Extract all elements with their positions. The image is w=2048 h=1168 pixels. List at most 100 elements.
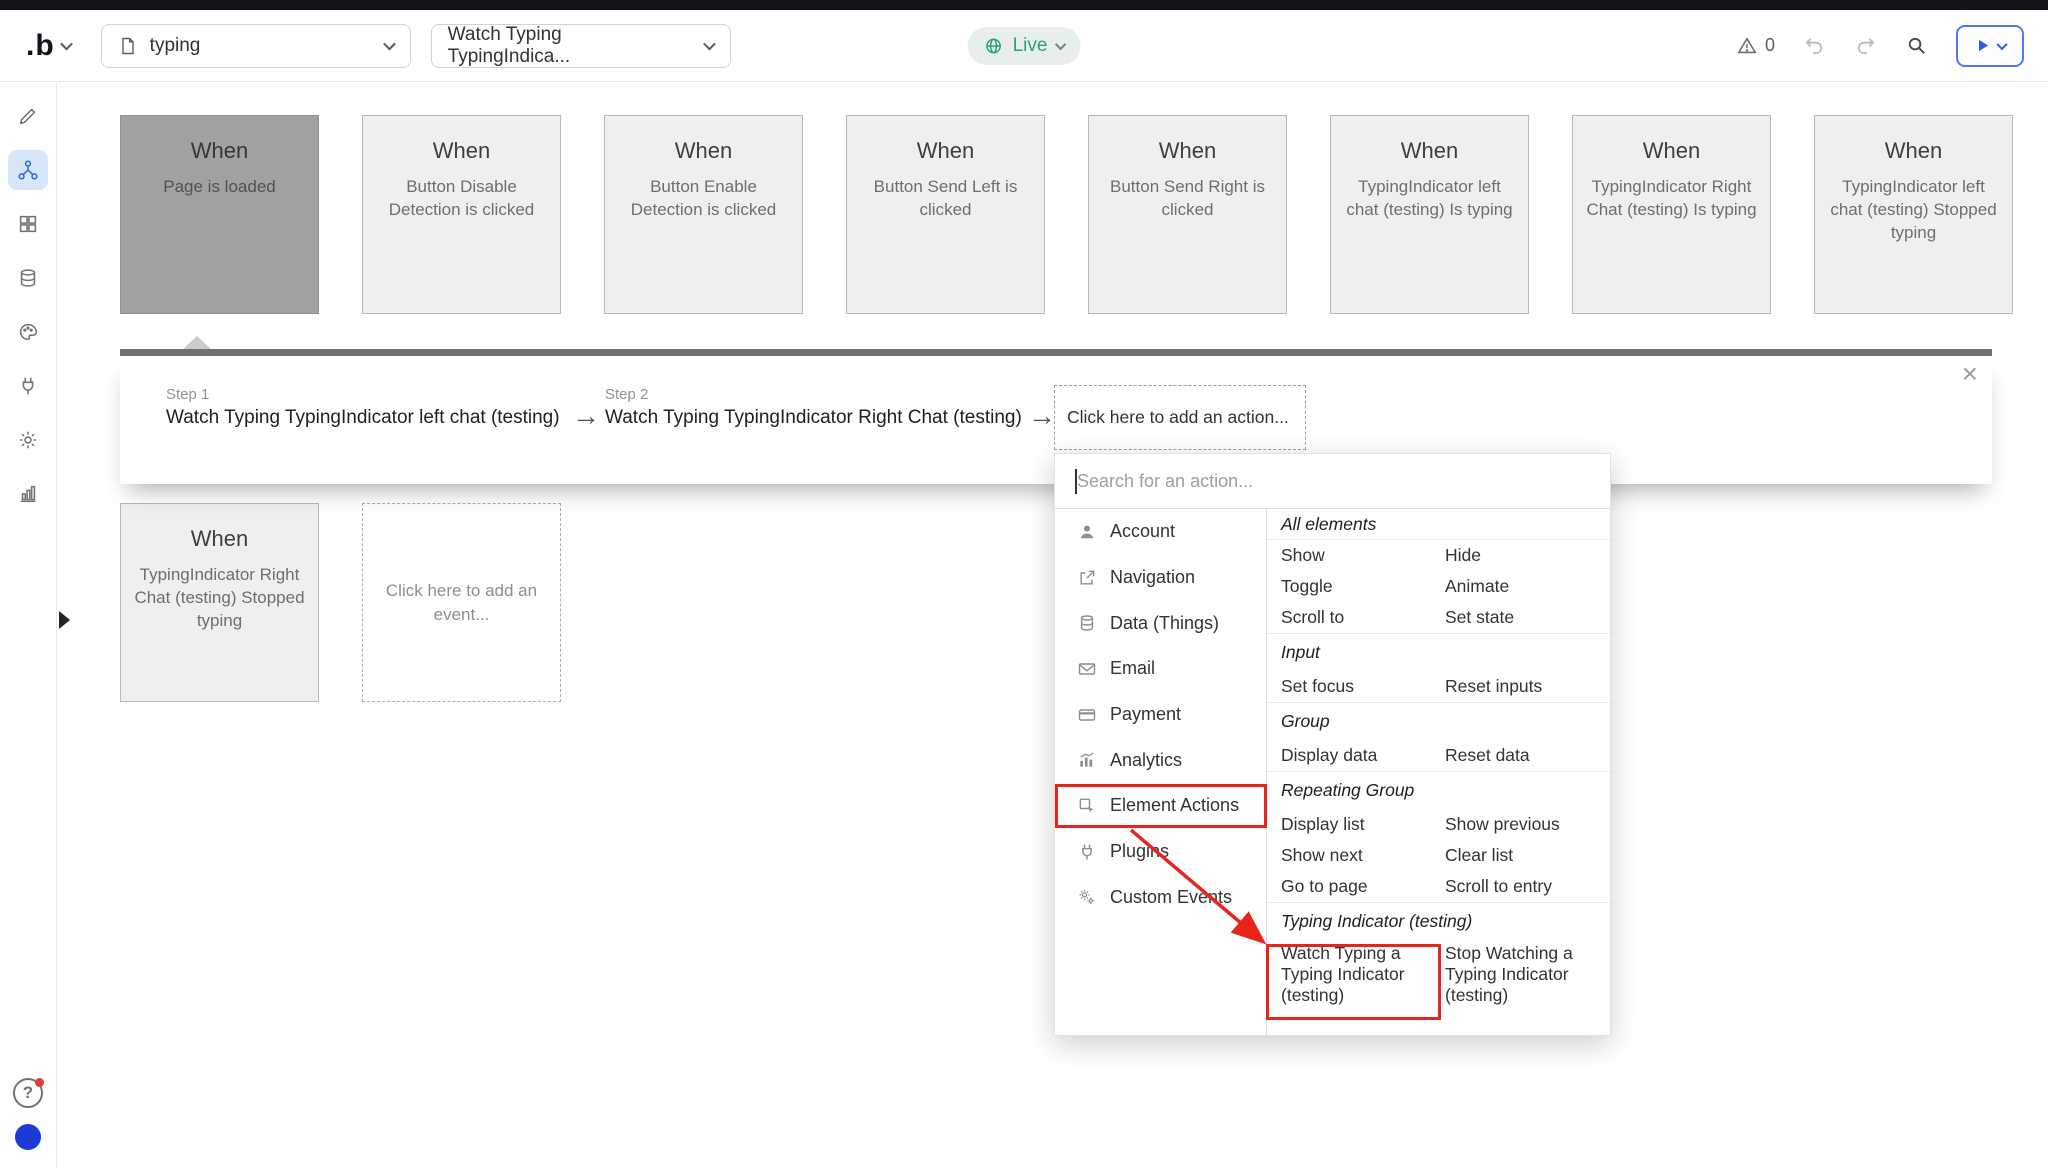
navigation-icon xyxy=(1077,568,1097,588)
sidebar-flyout-handle[interactable] xyxy=(59,611,70,629)
grid-icon xyxy=(17,213,39,235)
step-arrow-icon: → xyxy=(1028,400,1056,432)
action-item[interactable]: Toggle xyxy=(1267,576,1431,597)
step-1[interactable]: Step 1 Watch Typing TypingIndicator left… xyxy=(166,386,560,429)
category-element-actions[interactable]: Element Actions xyxy=(1055,783,1266,829)
timeline-divider-bar xyxy=(120,349,1992,356)
sidebar-item-design-edit[interactable] xyxy=(8,96,48,136)
search-button[interactable] xyxy=(1905,34,1928,57)
preview-button[interactable] xyxy=(1956,25,2024,67)
page-selector-dropdown[interactable]: typing xyxy=(101,24,411,68)
event-subtitle: TypingIndicator Right Chat (testing) Sto… xyxy=(121,563,318,632)
action-row: Show next Clear list xyxy=(1267,840,1610,871)
event-card[interactable]: When Button Disable Detection is clicked xyxy=(362,115,561,314)
action-section-header: Typing Indicator (testing) xyxy=(1267,902,1610,940)
add-action-menu: Account Navigation Data (Things) Email P… xyxy=(1054,453,1611,1036)
action-item[interactable]: Set focus xyxy=(1267,676,1431,697)
category-plugins[interactable]: Plugins xyxy=(1055,829,1266,875)
notification-dot xyxy=(35,1078,44,1087)
plug-icon xyxy=(1077,842,1097,862)
redo-button[interactable] xyxy=(1854,34,1877,57)
event-card[interactable]: When TypingIndicator left chat (testing)… xyxy=(1814,115,2013,314)
event-subtitle: Button Enable Detection is clicked xyxy=(605,175,802,221)
environment-live-dropdown[interactable]: Live xyxy=(968,27,1081,65)
action-item-watch-typing[interactable]: Watch Typing a Typing Indicator (testing… xyxy=(1267,943,1431,1006)
action-item[interactable]: Reset data xyxy=(1431,745,1610,766)
category-label: Payment xyxy=(1110,704,1181,725)
action-item[interactable]: Show next xyxy=(1267,845,1431,866)
help-button[interactable]: ? xyxy=(13,1078,43,1108)
chevron-down-icon xyxy=(383,38,396,51)
category-data-things[interactable]: Data (Things) xyxy=(1055,600,1266,646)
workflow-selector-dropdown[interactable]: Watch Typing TypingIndica... xyxy=(431,24,731,68)
sidebar-item-logs[interactable] xyxy=(8,474,48,514)
category-custom-events[interactable]: Custom Events xyxy=(1055,875,1266,921)
text-caret xyxy=(1075,469,1077,494)
chevron-down-icon xyxy=(1055,38,1066,49)
event-subtitle: TypingIndicator Right Chat (testing) Is … xyxy=(1573,175,1770,221)
action-search-input[interactable] xyxy=(1055,454,1610,508)
action-search-row xyxy=(1055,454,1610,509)
sidebar-item-plugins[interactable] xyxy=(8,366,48,406)
undo-icon xyxy=(1803,34,1826,57)
action-item[interactable]: Show previous xyxy=(1431,814,1610,835)
palette-icon xyxy=(17,321,39,343)
event-subtitle: TypingIndicator left chat (testing) Is t… xyxy=(1331,175,1528,221)
action-section-header: Repeating Group xyxy=(1267,771,1610,809)
event-card[interactable]: When TypingIndicator Right Chat (testing… xyxy=(1572,115,1771,314)
category-navigation[interactable]: Navigation xyxy=(1055,555,1266,601)
action-item[interactable]: Scroll to xyxy=(1267,607,1431,628)
issues-indicator[interactable]: 0 xyxy=(1736,35,1775,57)
sidebar-item-design-grid[interactable] xyxy=(8,204,48,244)
action-item-stop-watching[interactable]: Stop Watching a Typing Indicator (testin… xyxy=(1431,943,1610,1006)
category-payment[interactable]: Payment xyxy=(1055,692,1266,738)
action-item[interactable]: Hide xyxy=(1431,545,1610,566)
add-event-button[interactable]: Click here to add an event... xyxy=(362,503,561,702)
element-actions-icon xyxy=(1077,796,1097,816)
action-item[interactable]: Display data xyxy=(1267,745,1431,766)
category-analytics[interactable]: Analytics xyxy=(1055,737,1266,783)
analytics-icon xyxy=(1077,750,1097,770)
action-item[interactable]: Go to page xyxy=(1267,876,1431,897)
event-card[interactable]: When Button Send Left is clicked xyxy=(846,115,1045,314)
user-avatar[interactable] xyxy=(15,1124,41,1150)
sidebar-item-workflow[interactable] xyxy=(8,150,48,190)
plug-icon xyxy=(17,375,39,397)
action-item[interactable]: Animate xyxy=(1431,576,1610,597)
event-card[interactable]: When Button Send Right is clicked xyxy=(1088,115,1287,314)
action-item[interactable]: Display list xyxy=(1267,814,1431,835)
action-item[interactable]: Clear list xyxy=(1431,845,1610,866)
bar-chart-icon xyxy=(17,483,39,505)
step-2[interactable]: Step 2 Watch Typing TypingIndicator Righ… xyxy=(605,386,1022,429)
category-account[interactable]: Account xyxy=(1055,509,1266,555)
action-item[interactable]: Reset inputs xyxy=(1431,676,1610,697)
category-label: Account xyxy=(1110,521,1175,542)
event-card[interactable]: When Button Enable Detection is clicked xyxy=(604,115,803,314)
sidebar-item-data[interactable] xyxy=(8,258,48,298)
undo-button[interactable] xyxy=(1803,34,1826,57)
action-row: Watch Typing a Typing Indicator (testing… xyxy=(1267,940,1610,1020)
step-title: Watch Typing TypingIndicator left chat (… xyxy=(166,407,560,429)
action-item[interactable]: Set state xyxy=(1431,607,1610,628)
category-label: Navigation xyxy=(1110,567,1195,588)
category-email[interactable]: Email xyxy=(1055,646,1266,692)
event-card[interactable]: When TypingIndicator Right Chat (testing… xyxy=(120,503,319,702)
step-label: Step 2 xyxy=(605,386,1022,403)
add-action-button[interactable]: Click here to add an action... xyxy=(1054,385,1306,450)
credit-card-icon xyxy=(1077,705,1097,725)
event-card[interactable]: When TypingIndicator left chat (testing)… xyxy=(1330,115,1529,314)
event-card[interactable]: When Page is loaded xyxy=(120,115,319,314)
action-section-header: Group xyxy=(1267,702,1610,740)
action-item[interactable]: Scroll to entry xyxy=(1431,876,1610,897)
chevron-down-icon xyxy=(1996,38,2007,49)
action-item[interactable]: Show xyxy=(1267,545,1431,566)
event-title: When xyxy=(1089,138,1286,164)
sidebar-item-styles[interactable] xyxy=(8,312,48,352)
redo-icon xyxy=(1854,34,1877,57)
close-panel-button[interactable]: × xyxy=(1962,360,1978,388)
sidebar-item-settings[interactable] xyxy=(8,420,48,460)
action-section-header: Input xyxy=(1267,633,1610,671)
chevron-down-icon xyxy=(703,38,716,51)
action-row: Show Hide xyxy=(1267,540,1610,571)
bubble-logo[interactable]: b xyxy=(26,31,71,61)
